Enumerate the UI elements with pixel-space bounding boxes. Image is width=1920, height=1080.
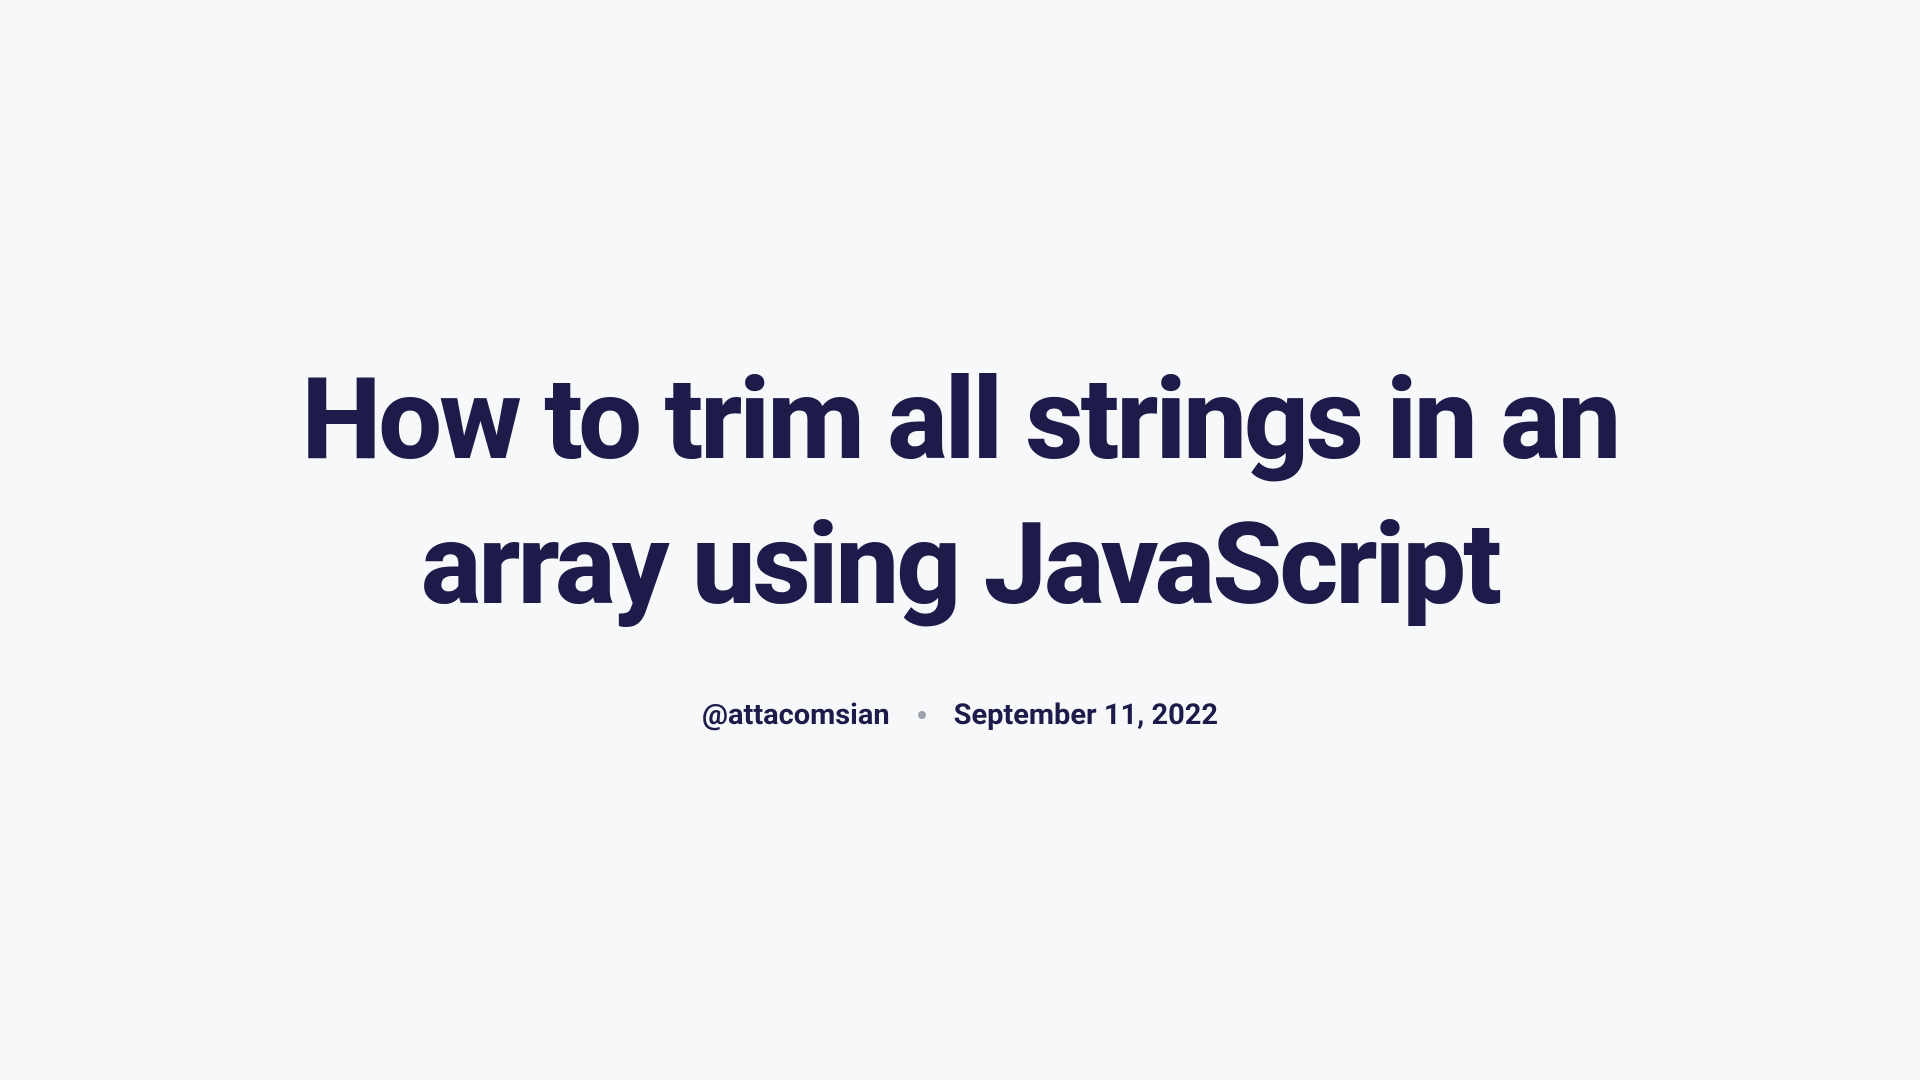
article-title: How to trim all strings in an array usin… (300, 348, 1620, 637)
separator-dot-icon (918, 711, 926, 719)
article-header: How to trim all strings in an array usin… (260, 348, 1660, 731)
publish-date: September 11, 2022 (954, 698, 1218, 732)
article-meta: @attacomsian September 11, 2022 (702, 698, 1218, 732)
author-handle[interactable]: @attacomsian (702, 698, 890, 732)
